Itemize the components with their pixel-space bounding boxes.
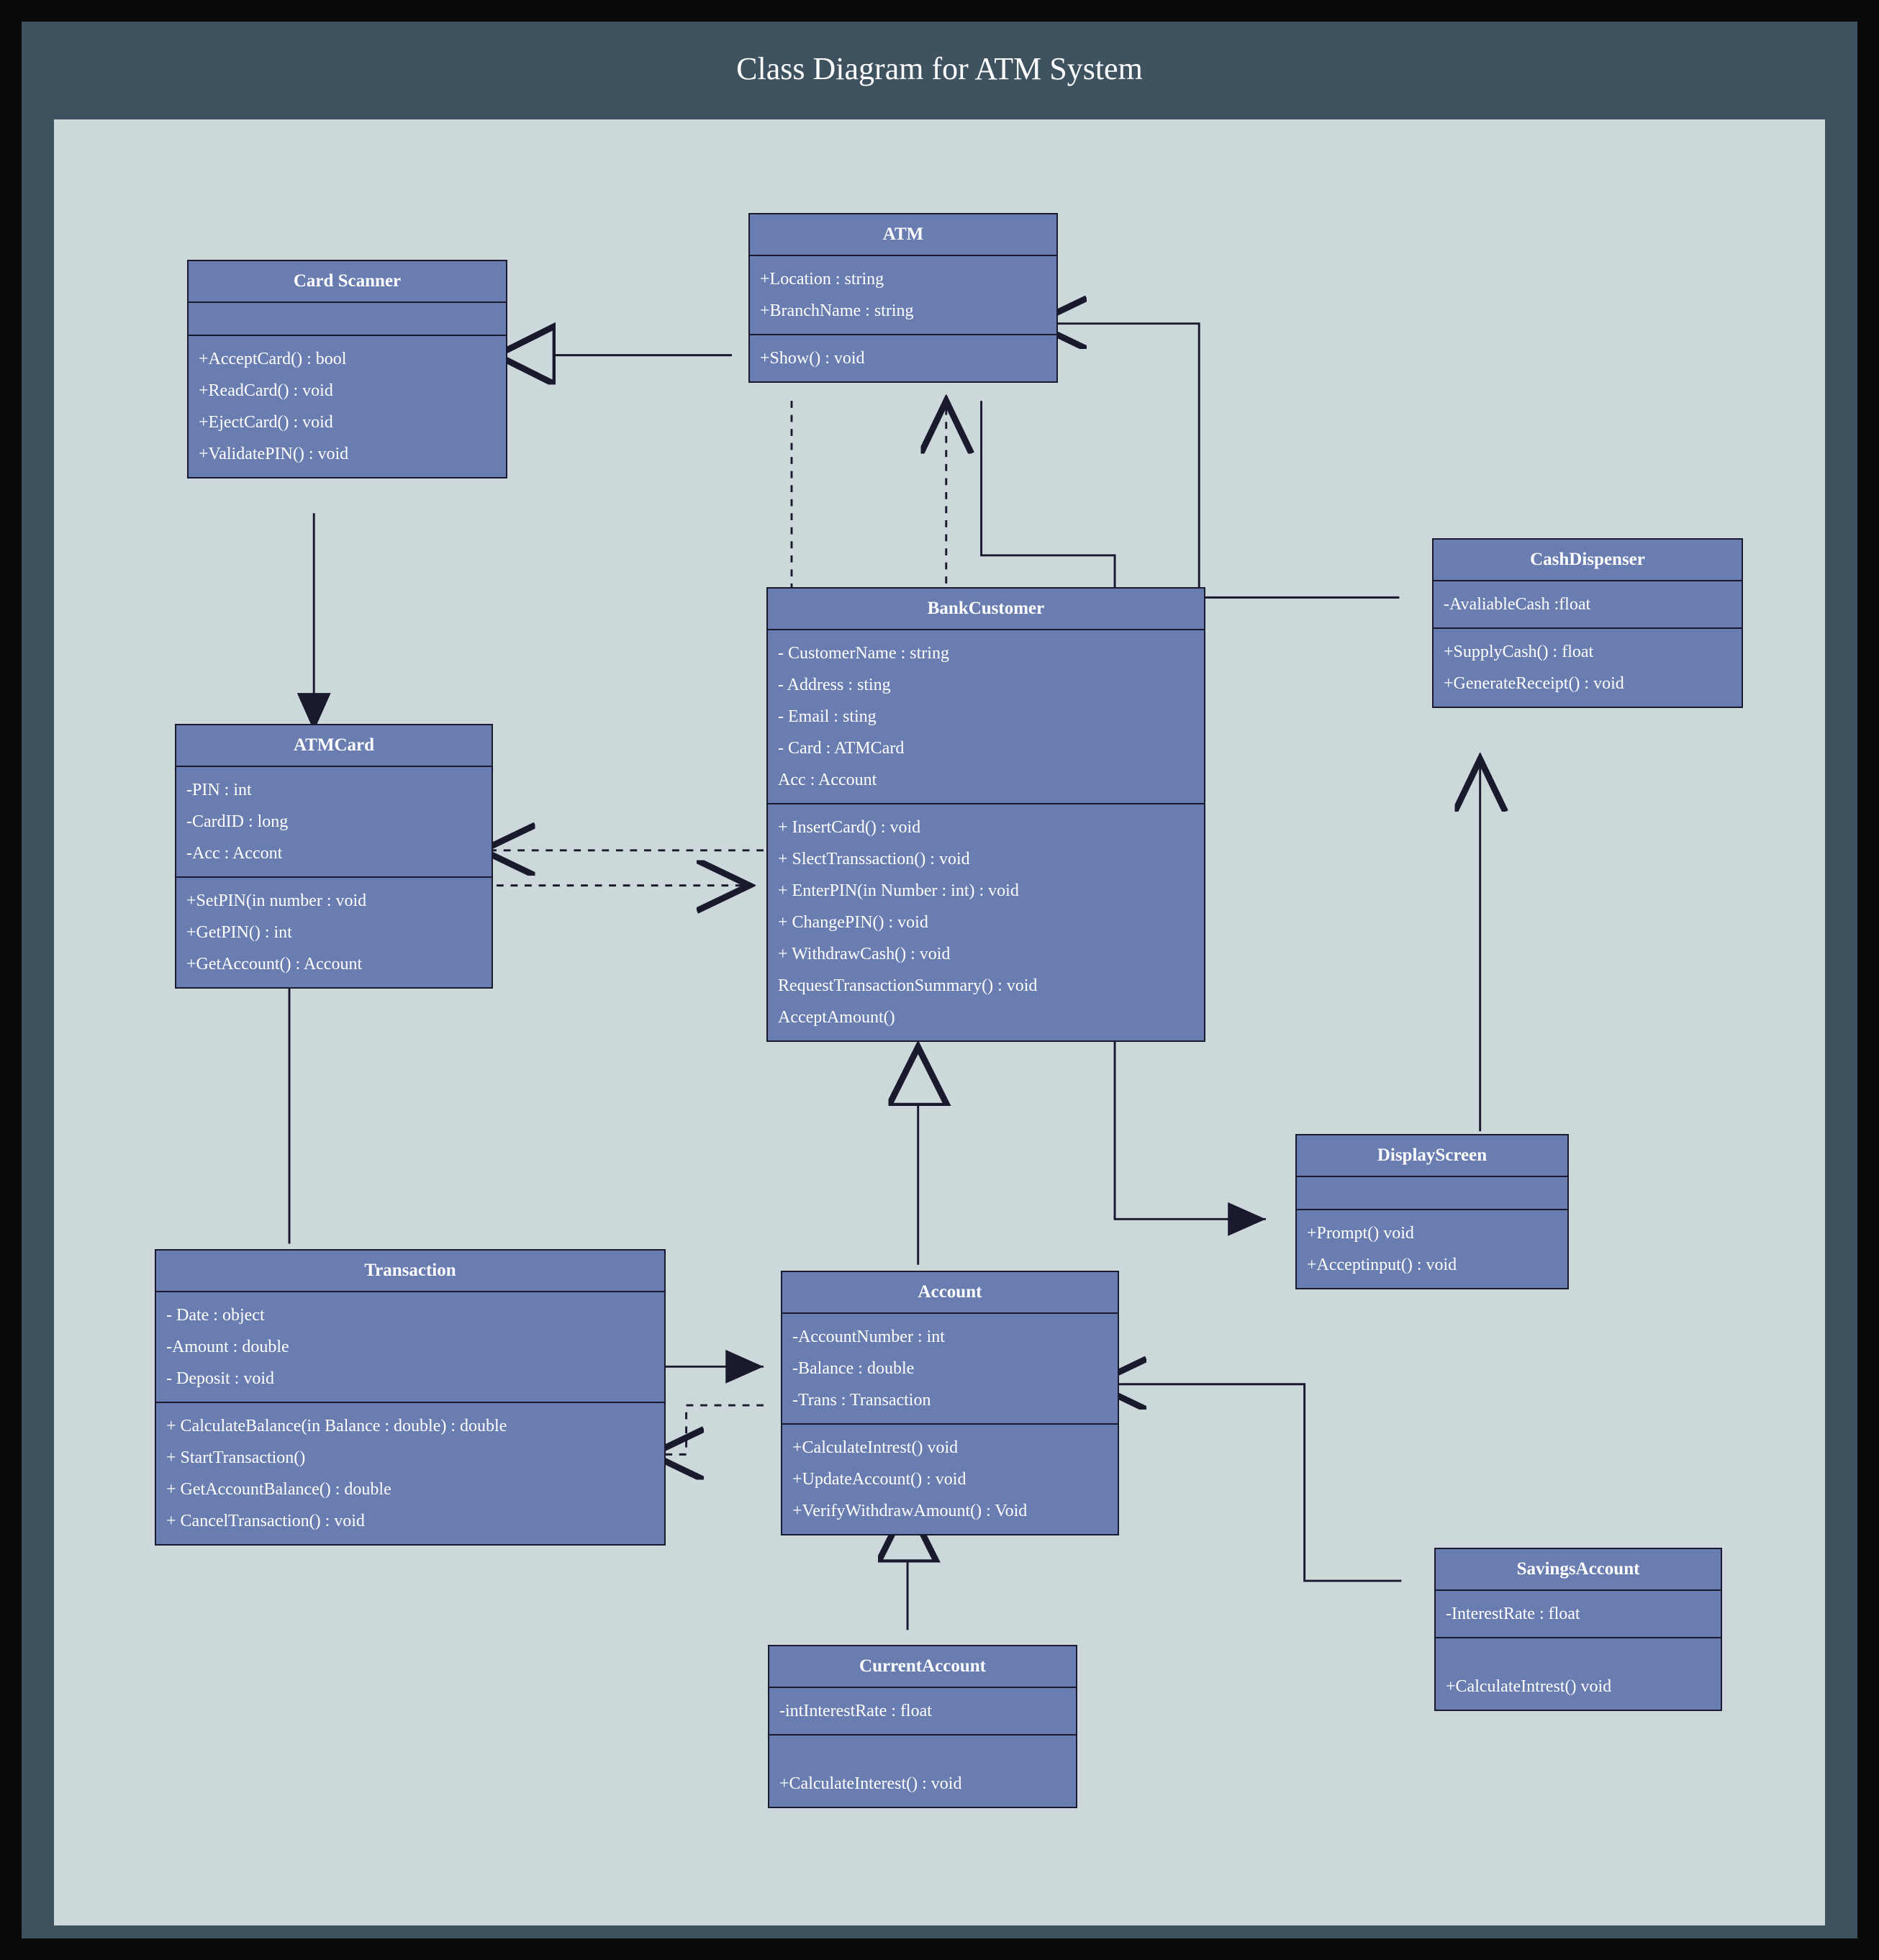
op: + CalculateBalance(in Balance : double) …: [166, 1410, 654, 1442]
class-account: Account -AccountNumber : int -Balance : …: [781, 1271, 1119, 1535]
diagram-frame: Class Diagram for ATM System: [22, 22, 1857, 1938]
op: +AcceptCard() : bool: [199, 343, 496, 375]
diagram-title: Class Diagram for ATM System: [22, 22, 1857, 119]
class-current-account: CurrentAccount -intInterestRate : float …: [768, 1645, 1077, 1808]
op: + SlectTranssaction() : void: [778, 843, 1194, 875]
class-attrs: -AvaliableCash :float: [1434, 581, 1742, 629]
class-ops: +Show() : void: [750, 335, 1056, 381]
op: + EnterPIN(in Number : int) : void: [778, 875, 1194, 907]
op: + WithdrawCash() : void: [778, 938, 1194, 970]
class-name: CurrentAccount: [769, 1646, 1076, 1688]
class-name: CashDispenser: [1434, 540, 1742, 581]
class-ops: +CalculateIntrest() void +UpdateAccount(…: [782, 1425, 1118, 1534]
class-attrs: - CustomerName : string - Address : stin…: [768, 630, 1204, 804]
attr: +BranchName : string: [760, 295, 1046, 327]
op: +SupplyCash() : float: [1444, 636, 1731, 668]
class-attrs: [1297, 1177, 1567, 1210]
op: +SetPIN(in number : void: [186, 885, 481, 917]
class-name: DisplayScreen: [1297, 1135, 1567, 1177]
op: +EjectCard() : void: [199, 407, 496, 438]
op: +CalculateIntrest() void: [792, 1432, 1108, 1464]
attr: -AccountNumber : int: [792, 1321, 1108, 1353]
class-attrs: [189, 303, 506, 336]
class-attrs: +Location : string +BranchName : string: [750, 256, 1056, 335]
class-name: ATMCard: [176, 725, 492, 767]
class-name: Card Scanner: [189, 261, 506, 303]
class-ops: +SetPIN(in number : void +GetPIN() : int…: [176, 878, 492, 987]
op: +GenerateReceipt() : void: [1444, 668, 1731, 699]
op: +ValidatePIN() : void: [199, 438, 496, 470]
op: +GetPIN() : int: [186, 917, 481, 948]
attr: +Location : string: [760, 263, 1046, 295]
attr: -Amount : double: [166, 1331, 654, 1363]
class-attrs: - Date : object -Amount : double - Depos…: [156, 1292, 664, 1403]
op: RequestTransactionSummary() : void: [778, 970, 1194, 1002]
attr: -InterestRate : float: [1446, 1598, 1711, 1630]
class-name: ATM: [750, 214, 1056, 256]
attr: - Address : sting: [778, 669, 1194, 701]
class-display-screen: DisplayScreen +Prompt() void +Acceptinpu…: [1295, 1134, 1569, 1289]
op: + StartTransaction(): [166, 1442, 654, 1474]
attr: -Balance : double: [792, 1353, 1108, 1384]
op: AcceptAmount(): [778, 1002, 1194, 1033]
class-attrs: -InterestRate : float: [1436, 1591, 1721, 1638]
class-ops: +AcceptCard() : bool +ReadCard() : void …: [189, 336, 506, 477]
class-transaction: Transaction - Date : object -Amount : do…: [155, 1249, 666, 1546]
op: + InsertCard() : void: [778, 812, 1194, 843]
op: +CalculateInterest() : void: [779, 1768, 1066, 1800]
attr: - Deposit : void: [166, 1363, 654, 1394]
op: + CancelTransaction() : void: [166, 1505, 654, 1537]
attr: - CustomerName : string: [778, 638, 1194, 669]
class-name: SavingsAccount: [1436, 1549, 1721, 1591]
op: + GetAccountBalance() : double: [166, 1474, 654, 1505]
class-cash-dispenser: CashDispenser -AvaliableCash :float +Sup…: [1432, 538, 1743, 708]
diagram-canvas: Card Scanner +AcceptCard() : bool +ReadC…: [54, 119, 1825, 1925]
class-atm-card: ATMCard -PIN : int -CardID : long -Acc :…: [175, 724, 493, 989]
attr: -AvaliableCash :float: [1444, 589, 1731, 620]
op: +GetAccount() : Account: [186, 948, 481, 980]
class-atm: ATM +Location : string +BranchName : str…: [748, 213, 1058, 383]
attr: Acc : Account: [778, 764, 1194, 796]
op: +Prompt() void: [1307, 1217, 1557, 1249]
class-ops: +CalculateIntrest() void: [1436, 1638, 1721, 1710]
class-bank-customer: BankCustomer - CustomerName : string - A…: [766, 587, 1205, 1042]
attr: -CardID : long: [186, 806, 481, 838]
attr: - Date : object: [166, 1299, 654, 1331]
attr: -Trans : Transaction: [792, 1384, 1108, 1416]
attr: -Acc : Accont: [186, 838, 481, 869]
attr: - Card : ATMCard: [778, 732, 1194, 764]
class-ops: +CalculateInterest() : void: [769, 1736, 1076, 1807]
class-card-scanner: Card Scanner +AcceptCard() : bool +ReadC…: [187, 260, 507, 478]
class-ops: + CalculateBalance(in Balance : double) …: [156, 1403, 664, 1544]
op: +Show() : void: [760, 342, 1046, 374]
class-ops: +Prompt() void +Acceptinput() : void: [1297, 1210, 1567, 1288]
class-name: Transaction: [156, 1251, 664, 1292]
class-attrs: -AccountNumber : int -Balance : double -…: [782, 1314, 1118, 1425]
class-attrs: -intInterestRate : float: [769, 1688, 1076, 1736]
class-ops: +SupplyCash() : float +GenerateReceipt()…: [1434, 629, 1742, 707]
class-name: BankCustomer: [768, 589, 1204, 630]
attr: - Email : sting: [778, 701, 1194, 732]
op: +UpdateAccount() : void: [792, 1464, 1108, 1495]
op: +VerifyWithdrawAmount() : Void: [792, 1495, 1108, 1527]
attr: -intInterestRate : float: [779, 1695, 1066, 1727]
op: + ChangePIN() : void: [778, 907, 1194, 938]
op: +Acceptinput() : void: [1307, 1249, 1557, 1281]
op: +ReadCard() : void: [199, 375, 496, 407]
class-ops: + InsertCard() : void + SlectTranssactio…: [768, 804, 1204, 1040]
class-attrs: -PIN : int -CardID : long -Acc : Accont: [176, 767, 492, 878]
op: +CalculateIntrest() void: [1446, 1671, 1711, 1702]
attr: -PIN : int: [186, 774, 481, 806]
class-name: Account: [782, 1272, 1118, 1314]
class-savings-account: SavingsAccount -InterestRate : float +Ca…: [1434, 1548, 1722, 1711]
